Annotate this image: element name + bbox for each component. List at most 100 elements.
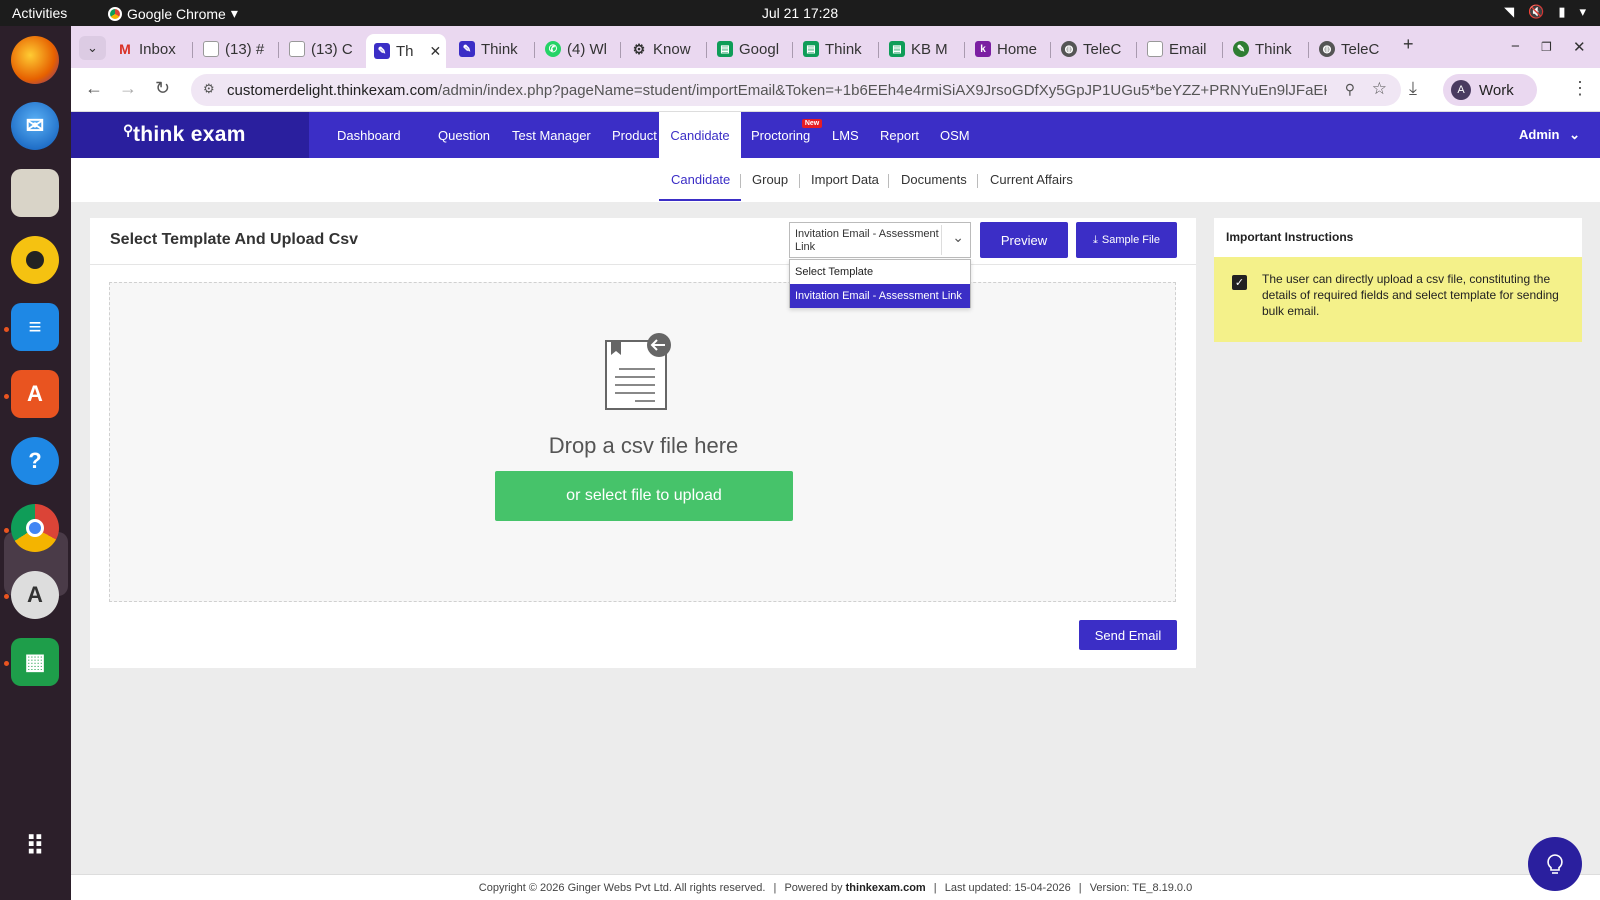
back-button[interactable]: ← [85,78,103,99]
tab-page[interactable]: (13) # [195,34,277,64]
tab-sheets[interactable]: ▤ Think [795,34,877,64]
tab-whatsapp[interactable]: ✆ (4) Wl [537,34,619,64]
footer: Copyright © 2026 Ginger Webs Pvt Ltd. Al… [71,874,1600,900]
help-icon[interactable]: ? [11,437,59,485]
site-info-icon[interactable]: ⚙ [203,81,215,97]
logo[interactable]: ⚲ think exam [71,112,309,158]
nav-dashboard[interactable]: Dashboard [327,112,411,158]
system-tray[interactable]: ◥ 🔇 ▮ ▾ [1504,4,1586,20]
footer-last-updated: Last updated: 15-04-2026 [944,882,1071,894]
nav-test-manager[interactable]: Test Manager [502,112,601,158]
subnav-separator [977,174,978,188]
thinkexam-icon: ✎ [374,43,390,59]
tab-gmail[interactable]: M Inbox [109,34,191,64]
tab-chatgpt[interactable]: ⚙ Know [623,34,705,64]
clock[interactable]: Jul 21 17:28 [0,5,1600,21]
subnav-group[interactable]: Group [752,172,788,187]
footer-brand-link[interactable]: thinkexam.com [846,882,926,894]
sample-file-button[interactable]: ⤓ Sample File [1076,222,1177,258]
zoom-icon[interactable]: ⚲ [1345,81,1355,98]
select-divider [941,225,942,255]
writer-icon[interactable]: ≡ [11,303,59,351]
bookmark-star-icon[interactable]: ☆ [1372,79,1387,99]
download-icon[interactable]: ⤓ [1409,78,1417,99]
close-window-button[interactable]: ✕ [1573,38,1586,56]
files-icon[interactable] [11,169,59,217]
subnav-candidate[interactable]: Candidate [671,172,730,187]
tab-thinkexam-active[interactable]: ✎ Th ✕ [366,34,446,68]
new-badge: New [801,119,823,128]
battery-icon: ▮ [1558,4,1566,19]
chevron-down-icon: ▾ [1579,4,1586,19]
nav-report[interactable]: Report [870,112,929,158]
logo-mark-icon: ⚲ [123,122,134,138]
running-indicator [4,594,9,599]
tab-label: Think [825,40,862,58]
profile-button[interactable]: A Work [1443,74,1537,106]
running-indicator [4,661,9,666]
new-tab-button[interactable]: + [1403,34,1414,55]
tab-think[interactable]: ✎ Think [1225,34,1307,64]
thunderbird-icon[interactable]: ✉ [11,102,59,150]
dropdown-option[interactable]: Select Template [790,260,970,284]
subnav-import-data[interactable]: Import Data [811,172,879,187]
template-select[interactable]: Invitation Email - Assessment Link ⌄ [789,222,971,258]
subnav-current-affairs[interactable]: Current Affairs [990,172,1073,187]
sheets-icon: ▤ [803,41,819,57]
forward-button[interactable]: → [119,78,137,99]
tab-telecrm[interactable]: ◍ TeleC [1053,34,1135,64]
minimize-button[interactable]: − [1511,38,1520,55]
tab-home[interactable]: k Home [967,34,1049,64]
dropdown-option-selected[interactable]: Invitation Email - Assessment Link [790,284,970,308]
send-email-button[interactable]: Send Email [1079,620,1177,650]
tab-label: (4) Wl [567,40,607,58]
tab-separator [192,42,193,58]
kebab-menu-icon[interactable]: ⋮ [1571,78,1589,99]
tab-label: KB M [911,40,948,58]
chrome-icon[interactable] [11,504,59,552]
checkbox-checked-icon: ✓ [1232,275,1247,290]
nav-question[interactable]: Question [428,112,500,158]
app-center-icon[interactable]: A [11,370,59,418]
system-top-bar: Activities Google Chrome ▾ Jul 21 17:28 … [0,0,1600,26]
nav-proctoring[interactable]: Proctoring New [741,112,823,158]
csv-dropzone[interactable]: Drop a csv file here or select file to u… [109,282,1176,602]
admin-menu[interactable]: Admin ⌄ [1519,127,1580,143]
tab-separator [964,42,965,58]
sample-file-label: Sample File [1101,234,1160,246]
tab-sheets[interactable]: ▤ KB M [881,34,963,64]
tab-sheets[interactable]: ▤ Googl [709,34,791,64]
tab-label: TeleC [1341,40,1380,58]
logo-text: think exam [133,123,246,146]
software-updater-icon[interactable]: A [11,571,59,619]
nav-lms[interactable]: LMS [822,112,869,158]
openai-icon: ⚙ [632,40,646,57]
nav-candidate[interactable]: Candidate [659,112,741,158]
firefox-icon[interactable] [11,36,59,84]
close-tab-icon[interactable]: ✕ [430,43,442,60]
preview-button[interactable]: Preview [980,222,1068,258]
select-file-button[interactable]: or select file to upload [495,471,793,521]
rhythmbox-icon[interactable] [11,236,59,284]
instructions-panel: Important Instructions ✓ The user can di… [1214,218,1582,342]
tab-thinkexam[interactable]: ✎ Think [451,34,533,64]
subnav-documents[interactable]: Documents [901,172,967,187]
tab-telecrm[interactable]: ◍ TeleC [1311,34,1393,64]
tab-strip: ⌄ M Inbox (13) # (13) C ✎ Th ✕ ✎ Think ✆… [71,26,1600,68]
tab-page[interactable]: (13) C [281,34,363,64]
tab-email[interactable]: Email [1139,34,1221,64]
address-bar[interactable]: ⚙ customerdelight.thinkexam.com/admin/in… [191,74,1401,106]
help-fab[interactable] [1528,837,1582,891]
nav-osm[interactable]: OSM [930,112,980,158]
calc-icon[interactable]: ▦ [11,638,59,686]
show-apps-icon[interactable]: ⠿ [11,822,59,870]
tab-separator [706,42,707,58]
tab-search-button[interactable]: ⌄ [79,36,106,60]
profile-label: Work [1479,81,1514,99]
maximize-button[interactable]: ❐ [1541,40,1552,54]
nav-product[interactable]: Product [602,112,667,158]
running-indicator [4,394,9,399]
sheets-icon: ▤ [717,41,733,57]
instructions-body: ✓ The user can directly upload a csv fil… [1214,257,1582,342]
reload-button[interactable]: ↻ [155,78,170,99]
